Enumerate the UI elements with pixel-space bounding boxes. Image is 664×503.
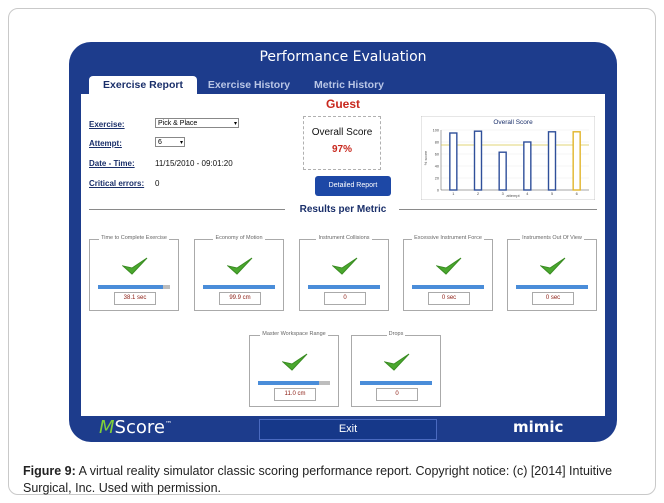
metric-title: Master Workspace Range <box>260 331 328 337</box>
attempt-select[interactable]: 6 ▾ <box>155 137 185 147</box>
chart-y-tick: 60 <box>435 153 439 157</box>
detailed-report-button[interactable]: Detailed Report <box>315 176 391 196</box>
metric-value: 0 <box>376 388 418 401</box>
overall-score-title: Overall Score <box>311 127 373 138</box>
chart-x-tick: 3 <box>502 192 504 196</box>
chart-x-tick: 2 <box>477 192 479 196</box>
tab-metric-history[interactable]: Metric History <box>299 76 399 94</box>
metric-progress-bar <box>516 285 588 289</box>
checkmark-icon <box>227 257 253 275</box>
metric-card: Economy of Motion 99.9 cm <box>194 235 284 311</box>
metric-value: 0 <box>324 292 366 305</box>
metric-title: Instrument Collisions <box>316 235 372 241</box>
checkmark-icon <box>436 257 462 275</box>
metric-card: Instrument Collisions 0 <box>299 235 389 311</box>
chart-bar <box>572 131 581 191</box>
metric-card: Drops 0 <box>351 331 441 407</box>
chart-bar <box>523 141 532 191</box>
bottom-bar: MScore™ Exit mimic <box>69 416 617 442</box>
metric-title: Time to Complete Exercise <box>99 235 169 241</box>
metric-progress-bar <box>98 285 170 289</box>
chart-y-label: % score <box>423 150 428 165</box>
metric-progress-bar <box>203 285 275 289</box>
mimic-logo: mimic <box>513 418 564 436</box>
chart-y-tick: 80 <box>435 141 439 145</box>
overall-score-chart: Overall Score % score attempt 0 20 40 60 80 1… <box>421 116 595 200</box>
metric-card: Instruments Out Of View 0 sec <box>507 235 597 311</box>
caption-lead: Figure 9: <box>23 464 76 478</box>
chart-y-tick: 40 <box>435 165 439 169</box>
metric-card: Time to Complete Exercise 38.1 sec <box>89 235 179 311</box>
checkmark-icon <box>332 257 358 275</box>
chart-bar <box>498 151 507 191</box>
metric-progress-bar <box>258 381 330 385</box>
checkmark-icon <box>384 353 410 371</box>
metric-title: Economy of Motion <box>213 235 265 241</box>
simulator-window: Performance Evaluation Exercise Report E… <box>69 42 617 442</box>
chart-x-tick: 5 <box>551 192 553 196</box>
checkmark-icon <box>282 353 308 371</box>
exercise-select[interactable]: Pick & Place ▾ <box>155 118 239 128</box>
metric-card: Excessive Instrument Force 0 sec <box>403 235 493 311</box>
results-section-title: Results per Metric <box>299 204 387 215</box>
chart-bar <box>547 131 557 191</box>
metric-title: Excessive Instrument Force <box>412 235 484 241</box>
metric-title: Drops <box>386 331 406 337</box>
metric-value: 99.9 cm <box>219 292 261 305</box>
datetime-value: 11/15/2010 - 09:01:20 <box>155 159 233 168</box>
user-name: Guest <box>325 97 360 111</box>
chevron-down-icon: ▾ <box>179 140 183 146</box>
datetime-label: Date - Time: <box>89 159 135 168</box>
chevron-down-icon: ▾ <box>233 121 237 127</box>
chart-x-tick: 4 <box>526 192 528 196</box>
overall-score-value: 97% <box>331 144 352 155</box>
checkmark-icon <box>540 257 566 275</box>
report-panel: Guest Exercise: Pick & Place ▾ Attempt: … <box>81 94 605 416</box>
overall-score-box: Overall Score 97% <box>303 116 381 170</box>
chart-x-label: attempt <box>506 193 520 198</box>
chart-bar <box>449 132 458 191</box>
figure-caption: Figure 9: A virtual reality simulator cl… <box>23 463 663 497</box>
exercise-select-value: Pick & Place <box>158 120 198 127</box>
tab-exercise-history[interactable]: Exercise History <box>199 76 299 94</box>
metric-value: 0 sec <box>532 292 574 305</box>
attempt-label: Attempt: <box>89 139 122 148</box>
chart-y-tick: 100 <box>433 129 439 133</box>
critical-errors-value: 0 <box>155 179 160 188</box>
chart-x-tick: 6 <box>576 192 578 196</box>
checkmark-icon <box>122 257 148 275</box>
chart-bar <box>473 130 483 191</box>
metric-card: Master Workspace Range 11.0 cm <box>249 331 339 407</box>
chart-frame <box>421 116 595 200</box>
caption-text: A virtual reality simulator classic scor… <box>23 464 613 495</box>
figure-frame: Performance Evaluation Exercise Report E… <box>8 8 656 495</box>
mscore-logo: MScore™ <box>99 417 172 438</box>
metric-value: 11.0 cm <box>274 388 316 401</box>
chart-y-tick: 0 <box>437 189 439 193</box>
exit-button[interactable]: Exit <box>259 419 437 440</box>
chart-y-tick: 20 <box>435 177 439 181</box>
chart-x-tick: 1 <box>452 192 454 196</box>
critical-errors-label: Critical errors: <box>89 179 145 188</box>
tab-exercise-report[interactable]: Exercise Report <box>89 76 197 94</box>
metric-value: 0 sec <box>428 292 470 305</box>
window-title: Performance Evaluation <box>259 49 427 65</box>
attempt-select-value: 6 <box>158 139 162 146</box>
metric-progress-bar <box>412 285 484 289</box>
metric-value: 38.1 sec <box>114 292 156 305</box>
metric-title: Instruments Out Of View <box>520 235 584 241</box>
exercise-label: Exercise: <box>89 120 125 129</box>
chart-title: Overall Score <box>493 119 533 126</box>
metric-progress-bar <box>308 285 380 289</box>
metric-progress-bar <box>360 381 432 385</box>
